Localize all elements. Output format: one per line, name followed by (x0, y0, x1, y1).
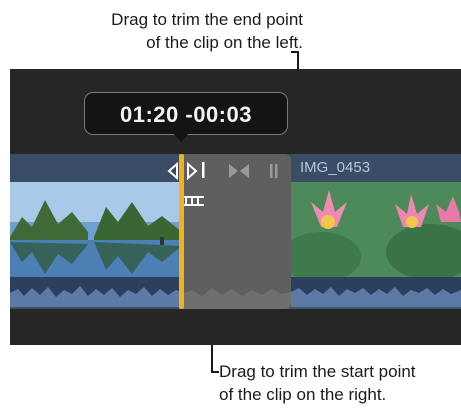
trim-right-arrow-icon[interactable] (186, 162, 198, 180)
trim-edit-point[interactable] (179, 154, 184, 309)
clip-right-name: IMG_0453 (300, 159, 371, 176)
clip-left[interactable] (10, 182, 182, 309)
clip-handle-icon (202, 162, 205, 178)
callout-start-point-leader-h (211, 371, 219, 373)
tooltip-arrow (173, 133, 189, 142)
filmstrip-icon (184, 196, 204, 206)
callout-end-point-line1: Drag to trim the end point (111, 10, 303, 29)
callout-start-point-line2: of the clip on the right. (219, 385, 387, 404)
callout-start-point: Drag to trim the start point of the clip… (219, 360, 416, 406)
clip-left-audio-waveform (10, 277, 182, 307)
callout-start-point-line1: Drag to trim the start point (219, 362, 416, 381)
trim-left-arrow-icon[interactable] (167, 162, 179, 180)
clip-right[interactable] (291, 182, 461, 309)
callout-end-point: Drag to trim the end point of the clip o… (111, 8, 303, 54)
callout-end-point-line2: of the clip on the left. (146, 33, 303, 52)
clip-left-thumbnails (10, 182, 182, 277)
trim-timecode-tooltip: 01:20 -00:03 (84, 92, 288, 135)
transition-bowtie-icon (229, 164, 249, 178)
clip-right-audio-waveform (291, 277, 461, 307)
clip-end-handle-icon (270, 164, 278, 178)
trim-timecode-text: 01:20 -00:03 (120, 102, 252, 127)
clip-right-thumbnails (291, 182, 461, 282)
